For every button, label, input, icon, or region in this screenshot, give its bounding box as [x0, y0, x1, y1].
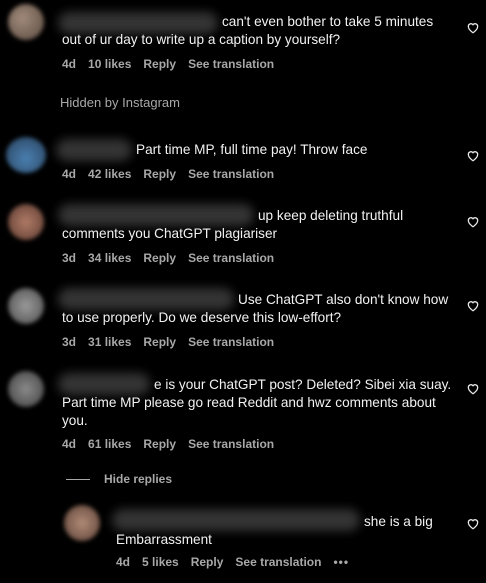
likes-count[interactable]: 34 likes	[88, 251, 131, 265]
reply-button[interactable]: Reply	[143, 251, 176, 265]
see-translation-button[interactable]: See translation	[188, 57, 274, 71]
avatar[interactable]	[8, 204, 44, 240]
timestamp: 4d	[62, 57, 77, 71]
timestamp: 3d	[62, 335, 77, 349]
see-translation-button[interactable]: See translation	[235, 555, 321, 569]
comment-meta: 4d 61 likes Reply See translation	[62, 437, 274, 451]
heart-outline-icon[interactable]	[466, 299, 480, 312]
more-options-icon[interactable]: •••	[333, 555, 349, 569]
comment-meta: 4d 42 likes Reply See translation	[62, 167, 274, 181]
likes-count[interactable]: 61 likes	[88, 437, 131, 451]
comment-text: Use ChatGPT also don't know how to use p…	[62, 292, 449, 325]
heart-outline-icon[interactable]	[466, 149, 480, 162]
comment-meta: 4d 10 likes Reply See translation	[62, 57, 274, 71]
hide-replies-label: Hide replies	[104, 472, 173, 486]
see-translation-button[interactable]: See translation	[188, 167, 274, 181]
avatar[interactable]	[8, 288, 44, 324]
reply-button[interactable]: Reply	[191, 555, 224, 569]
likes-count[interactable]: 31 likes	[88, 335, 131, 349]
heart-outline-icon[interactable]	[466, 215, 480, 228]
reply-button[interactable]: Reply	[143, 167, 176, 181]
heart-outline-icon[interactable]	[466, 517, 480, 530]
avatar[interactable]	[8, 371, 44, 407]
redacted-username	[56, 139, 132, 161]
hidden-by-instagram-note: Hidden by Instagram	[60, 95, 180, 110]
see-translation-button[interactable]: See translation	[188, 251, 274, 265]
comment-meta: 3d 34 likes Reply See translation	[62, 251, 274, 265]
comment-text: Part time MP, full time pay! Throw face	[136, 142, 368, 157]
timestamp: 3d	[62, 251, 77, 265]
heart-outline-icon[interactable]	[466, 21, 480, 34]
comment-meta: 3d 31 likes Reply See translation	[62, 335, 274, 349]
timestamp: 4d	[116, 555, 131, 569]
avatar[interactable]	[64, 505, 100, 541]
likes-count[interactable]: 5 likes	[142, 555, 179, 569]
reply-button[interactable]: Reply	[143, 57, 176, 71]
timestamp: 4d	[62, 437, 77, 451]
hide-replies-button[interactable]: Hide replies	[66, 472, 172, 486]
likes-count[interactable]: 10 likes	[88, 57, 131, 71]
comment-text: e is your ChatGPT post? Deleted? Sibei x…	[62, 377, 452, 428]
reply-button[interactable]: Reply	[143, 335, 176, 349]
comment-text: she is a big Embarrassment	[116, 514, 433, 547]
divider	[66, 478, 90, 480]
avatar[interactable]	[6, 137, 46, 173]
see-translation-button[interactable]: See translation	[188, 437, 274, 451]
comment-meta: 4d 5 likes Reply See translation •••	[116, 555, 349, 569]
timestamp: 4d	[62, 167, 77, 181]
reply-button[interactable]: Reply	[143, 437, 176, 451]
comment-text: up keep deleting truthful comments you C…	[62, 208, 404, 241]
likes-count[interactable]: 42 likes	[88, 167, 131, 181]
comment-text: can't even bother to take 5 minutes out …	[62, 14, 434, 47]
avatar[interactable]	[8, 4, 44, 40]
heart-outline-icon[interactable]	[466, 382, 480, 395]
see-translation-button[interactable]: See translation	[188, 335, 274, 349]
